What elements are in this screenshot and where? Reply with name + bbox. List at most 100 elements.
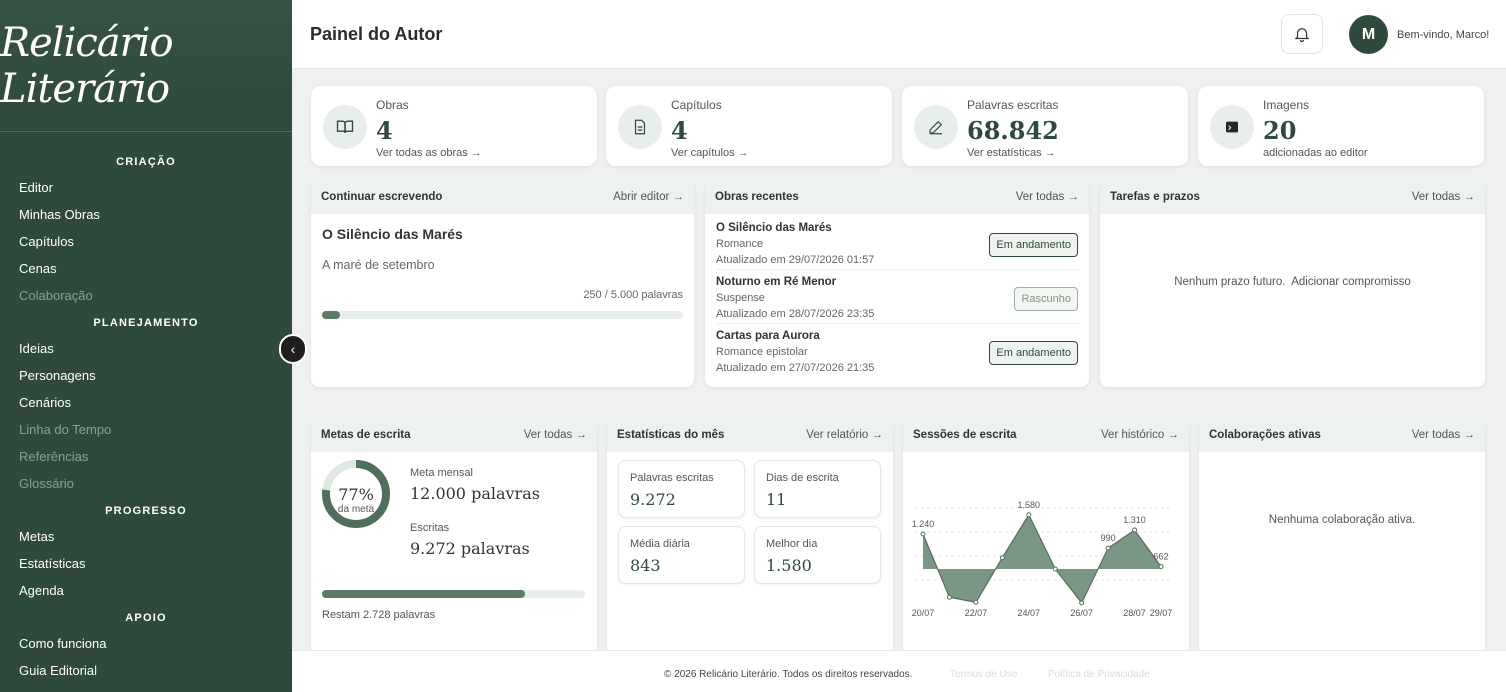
data-point bbox=[946, 594, 952, 600]
data-label: 1.580 bbox=[1018, 500, 1041, 510]
sidebar-item[interactable]: Agenda bbox=[0, 577, 292, 604]
sidebar-item[interactable]: Cenas bbox=[0, 255, 292, 282]
sidebar-item[interactable]: Personagens bbox=[0, 362, 292, 389]
view-all-goals-link[interactable]: Ver todas → bbox=[524, 429, 587, 441]
stat-label: Capítulos bbox=[671, 98, 722, 112]
sidebar-item[interactable]: Capítulos bbox=[0, 228, 292, 255]
bell-icon bbox=[1294, 28, 1310, 43]
stat-label: Palavras escritas bbox=[630, 472, 714, 484]
panel-header: Continuar escrevendo Abrir editor → bbox=[311, 180, 694, 214]
panel-title: Metas de escrita bbox=[321, 429, 411, 441]
stat-value: 68.842 bbox=[967, 116, 1059, 145]
panel-title: Continuar escrevendo bbox=[321, 191, 443, 203]
data-label: 990 bbox=[1101, 533, 1116, 543]
brand-logo[interactable]: Relicário Literário bbox=[0, 0, 292, 132]
data-point bbox=[1158, 564, 1164, 570]
chapter-title: A maré de setembro bbox=[322, 258, 435, 272]
view-all-works-link[interactable]: Ver todas → bbox=[1016, 191, 1079, 203]
privacy-link[interactable]: Política de Privacidade bbox=[1048, 669, 1150, 680]
writing-sessions-chart: 1.240 1.580 990 1.310 662 20/07 22/07 24/07 26/0… bbox=[912, 500, 1173, 618]
monthly-goal-value: 12.000 palavras bbox=[410, 484, 540, 503]
document-icon bbox=[618, 105, 662, 149]
list-item[interactable]: Cartas para Aurora Romance epistolar Atu… bbox=[716, 324, 1078, 378]
stat-label: Dias de escrita bbox=[766, 472, 839, 484]
sidebar: Relicário Literário CRIAÇÃO Editor Minhas … bbox=[0, 0, 292, 692]
stat-value: 843 bbox=[630, 556, 661, 575]
image-icon bbox=[1210, 105, 1254, 149]
sidebar-item[interactable]: Estatísticas bbox=[0, 550, 292, 577]
top-header: Painel do Autor M Bem-vindo, Marco! bbox=[292, 0, 1506, 69]
data-label: 1.240 bbox=[912, 519, 935, 529]
work-genre: Suspense bbox=[716, 292, 765, 304]
stat-value: 4 bbox=[671, 116, 688, 145]
status-badge: Rascunho bbox=[1014, 287, 1078, 311]
data-point bbox=[1132, 527, 1138, 533]
x-tick-label: 24/07 bbox=[1018, 608, 1041, 618]
collaborations-panel: Colaborações ativas Ver todas → Nenhuma … bbox=[1199, 418, 1485, 650]
panel-header: Metas de escrita Ver todas → bbox=[311, 418, 597, 452]
writing-sessions-panel: Sessões de escrita Ver histórico → 1.240… bbox=[903, 418, 1189, 650]
remaining-words: Restam 2.728 palavras bbox=[322, 609, 436, 621]
sidebar-section-title: PLANEJAMENTO bbox=[93, 317, 199, 329]
x-tick-label: 20/07 bbox=[912, 608, 935, 618]
view-all-works-link[interactable]: Ver todas as obras → bbox=[376, 147, 482, 159]
sidebar-item[interactable]: Minhas Obras bbox=[0, 201, 292, 228]
sidebar-item[interactable]: Editor bbox=[0, 174, 292, 201]
sidebar-item[interactable]: Guia Editorial bbox=[0, 657, 292, 684]
sidebar-item[interactable]: Referências bbox=[0, 443, 292, 470]
sidebar-item[interactable]: Cenários bbox=[0, 389, 292, 416]
brand-name: Relicário Literário bbox=[0, 19, 174, 112]
sidebar-section-title: PROGRESSO bbox=[105, 505, 187, 517]
page-title: Painel do Autor bbox=[310, 24, 443, 44]
stat-value: 1.580 bbox=[766, 556, 812, 575]
sidebar-item[interactable]: Linha do Tempo bbox=[0, 416, 292, 443]
panel-title: Sessões de escrita bbox=[913, 429, 1017, 441]
list-item[interactable]: O Silêncio das Marés Romance Atualizado … bbox=[716, 216, 1078, 270]
panel-header: Estatísticas do mês Ver relatório → bbox=[607, 418, 893, 452]
work-genre: Romance epistolar bbox=[716, 346, 808, 358]
stat-card-palavras: Palavras escritas 68.842 Ver estatística… bbox=[902, 86, 1188, 166]
pencil-icon bbox=[914, 105, 958, 149]
add-appointment-link[interactable]: Adicionar compromisso bbox=[1291, 276, 1411, 288]
view-stats-link[interactable]: Ver estatísticas → bbox=[967, 147, 1056, 159]
work-updated: Atualizado em 28/07/2026 23:35 bbox=[716, 308, 875, 320]
view-report-link[interactable]: Ver relatório → bbox=[806, 429, 883, 441]
x-tick-label: 26/07 bbox=[1070, 608, 1093, 618]
data-point bbox=[920, 531, 926, 537]
view-history-link[interactable]: Ver histórico → bbox=[1101, 429, 1179, 441]
panel-header: Tarefas e prazos Ver todas → bbox=[1100, 180, 1485, 214]
list-item[interactable]: Noturno em Ré Menor Suspense Atualizado … bbox=[716, 270, 1078, 324]
stat-card-capitulos: Capítulos 4 Ver capítulos → bbox=[606, 86, 892, 166]
welcome-text: Bem-vindo, Marco! bbox=[1397, 29, 1490, 41]
sidebar-item[interactable]: Colaboração bbox=[0, 282, 292, 309]
terms-link[interactable]: Termos de Uso bbox=[950, 669, 1017, 680]
panel-header: Obras recentes Ver todas → bbox=[705, 180, 1089, 214]
stat-value: 9.272 bbox=[630, 490, 676, 509]
footer: © 2026 Relicário Literário. Todos os dir… bbox=[292, 650, 1506, 692]
sidebar-item[interactable]: Como funciona bbox=[0, 630, 292, 657]
written-label: Escritas bbox=[410, 522, 450, 534]
panel-title: Obras recentes bbox=[715, 191, 799, 203]
panel-title: Tarefas e prazos bbox=[1110, 191, 1200, 203]
tasks-panel: Tarefas e prazos Ver todas → Nenhum praz… bbox=[1100, 180, 1485, 387]
view-chapters-link[interactable]: Ver capítulos → bbox=[671, 147, 749, 159]
open-editor-link[interactable]: Abrir editor → bbox=[613, 191, 684, 203]
sidebar-item[interactable]: Metas bbox=[0, 523, 292, 550]
view-all-tasks-link[interactable]: Ver todas → bbox=[1412, 191, 1475, 203]
work-title[interactable]: O Silêncio das Marés bbox=[322, 226, 463, 242]
monthly-goal-label: Meta mensal bbox=[410, 467, 473, 479]
sidebar-item[interactable]: Glossário bbox=[0, 470, 292, 497]
chapter-progress-fill bbox=[322, 311, 341, 319]
sidebar-item[interactable]: Ideias bbox=[0, 335, 292, 362]
status-badge: Em andamento bbox=[989, 233, 1078, 257]
writing-goals-panel: Metas de escrita Ver todas → 77% da meta… bbox=[311, 418, 597, 650]
stat-label: Imagens bbox=[1263, 98, 1310, 112]
goal-percent-caption: da meta bbox=[337, 504, 375, 515]
view-all-collabs-link[interactable]: Ver todas → bbox=[1412, 429, 1475, 441]
copyright: © 2026 Relicário Literário. Todos os dir… bbox=[664, 669, 913, 680]
sidebar-nav: CRIAÇÃO Editor Minhas Obras Capítulos Cenas C… bbox=[0, 132, 292, 684]
data-label: 1.310 bbox=[1123, 515, 1146, 525]
sidebar-collapse-button[interactable]: ‹ bbox=[279, 334, 307, 364]
notifications-button[interactable] bbox=[1281, 14, 1323, 54]
avatar[interactable]: M bbox=[1349, 15, 1388, 54]
